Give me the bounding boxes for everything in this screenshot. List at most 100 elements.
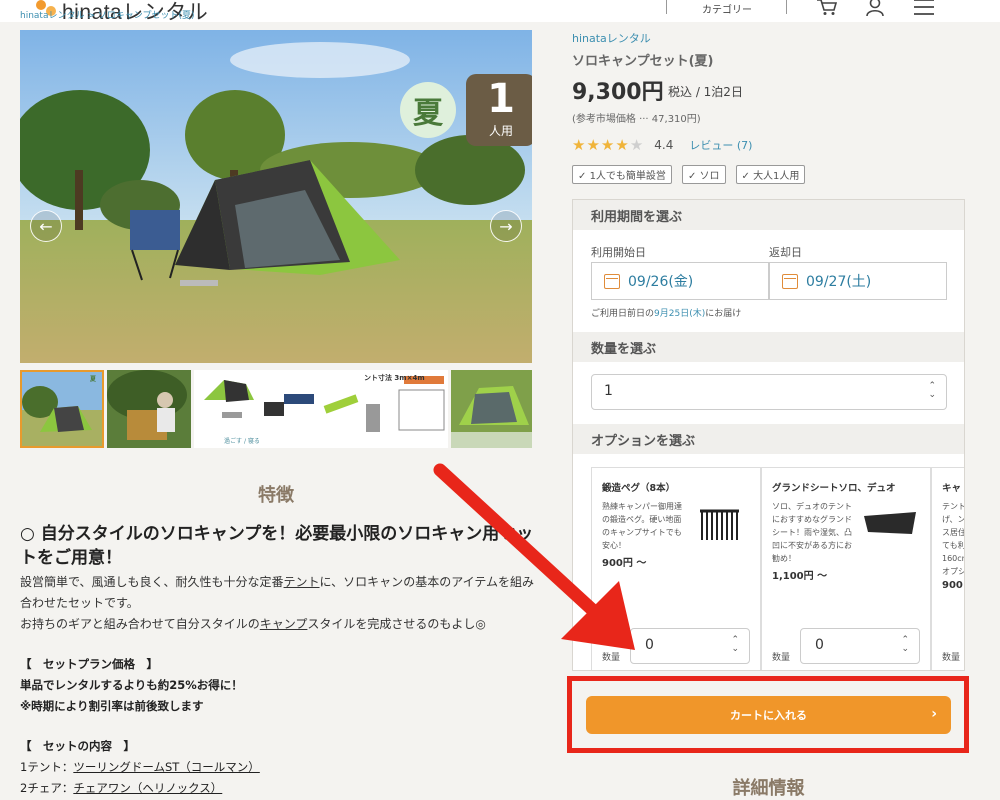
product-main-image[interactable]: 夏 1 人用 ← → <box>20 30 532 363</box>
list-item: 2チェア：チェアワン（ヘリノックス） <box>20 778 540 799</box>
quantity-heading: 数量を選ぶ <box>573 332 964 362</box>
quantity-select[interactable]: 1 ⌃ ⌄ <box>591 374 947 410</box>
header-divider <box>786 0 787 14</box>
list-item: 1テント：ツーリングドームST（コールマン） <box>20 757 540 778</box>
start-date-field[interactable]: 09/26(金) <box>591 262 769 300</box>
delivery-note: ご利用日前日の9月25日(木)にお届け <box>591 306 741 319</box>
star-icon: ★ <box>600 136 615 154</box>
description-text: お持ちのギアと組み合わせて自分スタイルの <box>20 617 260 631</box>
peg-image <box>700 509 739 540</box>
option-name: グランドシートソロ、デュオ <box>772 483 896 494</box>
features-description: 設営簡単で、風通しも良く、耐久性も十分な定番テントに、ソロキャンの基本のアイテム… <box>20 572 540 635</box>
season-badge: 夏 <box>400 82 456 138</box>
delivery-date: 9月25日(木) <box>654 309 706 319</box>
arrow-right-icon[interactable]: → <box>490 210 522 242</box>
features-lead: ○ 自分スタイルのソロキャンプを！必要最小限のソロキャン用セットをご用意！ <box>20 524 534 568</box>
item-link[interactable]: ツーリングドームST（コールマン） <box>73 760 259 774</box>
tag-label: ソロ <box>699 171 720 182</box>
star-empty-icon: ★ <box>629 136 644 154</box>
thumbnail[interactable]: 夏 <box>20 370 104 448</box>
star-icon: ★ <box>572 136 586 154</box>
plan-price-section: 【 セットプラン価格 】 単品でレンタルするよりも約25%お得に！ ※時期により… <box>20 654 540 717</box>
user-icon[interactable] <box>864 0 886 16</box>
delivery-text: ご利用日前日の <box>591 309 655 319</box>
option-name: キャ <box>942 483 962 494</box>
return-date-field[interactable]: 09/27(土) <box>769 262 947 300</box>
option-card[interactable]: キャ テント上げ、ングス居住性ても利160cmオプシ 900 数量 <box>931 467 965 670</box>
ground-sheet-image <box>864 512 916 534</box>
highlight-frame <box>567 676 969 753</box>
booking-panel: 利用期間を選ぶ 利用開始日 返却日 09/26(金) 09/27(土) ご利用日… <box>572 199 965 671</box>
tent-photo <box>20 30 532 363</box>
cart-icon[interactable] <box>816 0 838 16</box>
thumbnail-strip: 夏 過ごす / 寝る ント寸法 3m×4m <box>20 370 532 448</box>
tag[interactable]: ✓ 大人1人用 <box>735 165 806 184</box>
return-date-value: 09/27(土) <box>806 274 872 290</box>
arrow-left-icon[interactable]: ← <box>30 210 62 242</box>
list-item-prefix: 1テント： <box>20 760 74 774</box>
tag-list: ✓ 1人でも簡単設営 ✓ ソロ ✓ 大人1人用 <box>572 165 806 184</box>
option-qty-value: 0 <box>645 637 654 653</box>
shop-link[interactable]: hinataレンタル <box>572 30 651 46</box>
option-qty-label: 数量 <box>942 653 961 663</box>
thumbnail-caption: ント寸法 3m×4m <box>364 374 425 382</box>
option-description: テント上げ、ングス居住性ても利160cmオプシ <box>942 502 965 576</box>
option-quantity-field[interactable]: 0 ⌃ ⌄ <box>800 628 920 664</box>
option-price: 900円 〜 <box>602 558 647 569</box>
star-icon: ★ <box>586 136 600 154</box>
plan-line: ※時期により割引率は前後致します <box>20 699 204 713</box>
tent-link[interactable]: テント <box>284 575 320 589</box>
menu-icon[interactable] <box>913 0 935 16</box>
reference-price: (参考市場価格 ··· 47,310円) <box>572 114 701 125</box>
tag[interactable]: ✓ 1人でも簡単設営 <box>572 165 672 184</box>
contents-heading: 【 セットの内容 】 <box>20 739 135 753</box>
rating-value: 4.4 <box>654 138 674 152</box>
review-link[interactable]: レビュー (7) <box>689 137 752 153</box>
set-contents-section: 【 セットの内容 】 1テント：ツーリングドームST（コールマン） 2チェア：チ… <box>20 736 540 799</box>
description-text: スタイルを完成させるのもよし◎ <box>307 617 486 631</box>
options-heading: オプションを選ぶ <box>573 424 964 454</box>
start-date-value: 09/26(金) <box>628 274 694 290</box>
tag-label: 大人1人用 <box>753 171 800 182</box>
thumbnail[interactable]: 過ごす / 寝る ント寸法 3m×4m <box>194 370 448 448</box>
option-card[interactable]: グランドシートソロ、デュオ ソロ、デュオのテントにおすすめなグランドシート！雨や… <box>761 467 931 670</box>
tag[interactable]: ✓ ソロ <box>681 165 726 184</box>
rating: ★ ★ ★ ★ ★ 4.4 レビュー (7) <box>572 136 752 154</box>
product-title: ソロキャンプセット(夏) <box>572 54 714 69</box>
description-paragraph: 設営簡単で、風通しも良く、耐久性も十分な定番テントに、ソロキャンの基本のアイテム… <box>20 572 540 614</box>
plan-line: 単品でレンタルするよりも約25%お得に！ <box>20 678 243 692</box>
option-qty-label: 数量 <box>602 653 621 663</box>
option-qty-label: 数量 <box>772 653 791 663</box>
tag-label: 1人でも簡単設営 <box>589 171 666 182</box>
person-count-badge: 1 人用 <box>466 74 532 146</box>
option-description: 熟練キャンパー御用達の鍛造ペグ。硬い地面のキャンプサイトでも安心！ <box>602 502 682 550</box>
calendar-icon <box>782 273 798 289</box>
option-name: 鍛造ペグ（8本） <box>602 483 676 494</box>
star-icon: ★ <box>615 136 629 154</box>
thumbnail-caption: 夏 <box>90 376 97 383</box>
price-note: 税込 / 1泊2日 <box>668 85 743 99</box>
option-card[interactable]: 鍛造ペグ（8本） 熟練キャンパー御用達の鍛造ペグ。硬い地面のキャンプサイトでも安… <box>591 467 761 670</box>
updown-chevron-icon: ⌃ ⌄ <box>928 381 936 400</box>
camp-link[interactable]: キャンプ <box>260 617 308 631</box>
option-quantity-field[interactable]: 0 ⌃ ⌄ <box>630 628 750 664</box>
item-link[interactable]: チェアワン（ヘリノックス） <box>73 781 222 795</box>
header-divider <box>666 0 667 14</box>
plan-heading: 【 セットプラン価格 】 <box>20 657 158 671</box>
category-menu[interactable]: カテゴリー <box>702 1 752 16</box>
description-text: 設営簡単で、風通しも良く、耐久性も十分な定番 <box>20 575 284 589</box>
thumbnail-caption: 過ごす / 寝る <box>224 438 260 445</box>
features-title: 特徴 <box>258 485 294 506</box>
list-item-prefix: 2チェア： <box>20 781 74 795</box>
return-date-label: 返却日 <box>769 246 802 259</box>
person-count: 1 <box>487 76 515 122</box>
option-description: ソロ、デュオのテントにおすすめなグランドシート！雨や湿気、凸凹に不安がある方にお… <box>772 502 852 563</box>
detail-heading: 詳細情報 <box>732 778 805 799</box>
thumbnail[interactable] <box>451 370 532 448</box>
start-date-label: 利用開始日 <box>591 246 646 259</box>
option-qty-value: 0 <box>815 637 824 653</box>
option-price: 1,100円 〜 <box>772 571 828 582</box>
person-unit: 人用 <box>488 124 513 138</box>
thumbnail[interactable] <box>107 370 191 448</box>
breadcrumb[interactable]: hinataレンタル > ソロキャンプセット(夏) <box>20 8 194 21</box>
